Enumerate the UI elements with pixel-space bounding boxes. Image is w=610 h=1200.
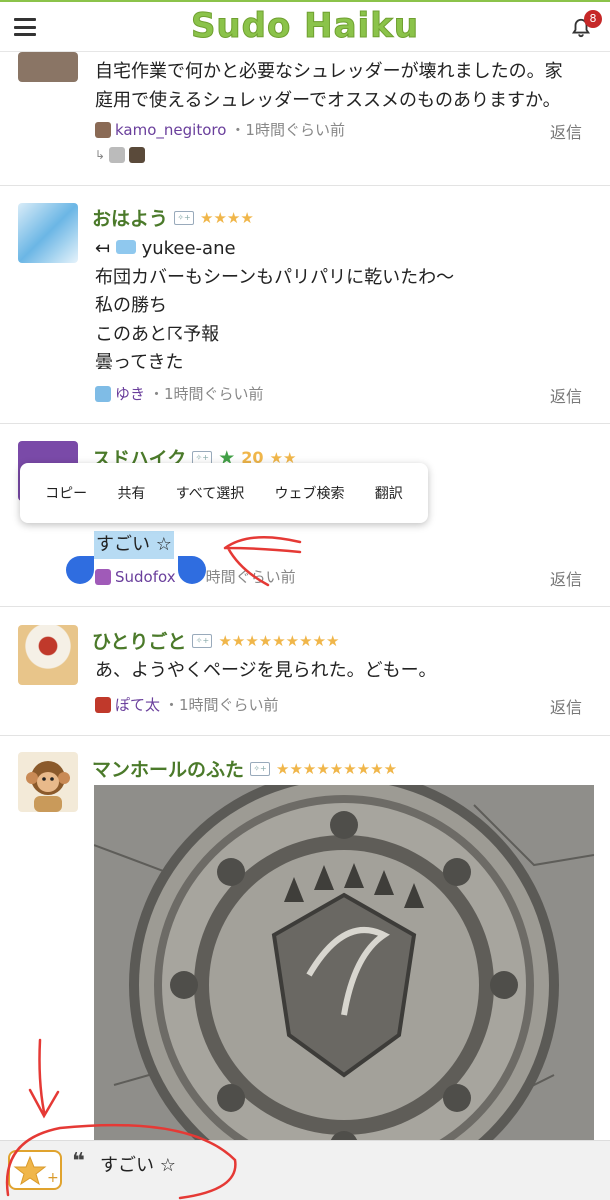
post-title[interactable]: マンホールのふた ✧+ ★★★★★★★★★	[92, 755, 397, 782]
app-logo[interactable]: Sudo Haiku	[0, 6, 610, 47]
reply-to-avatar	[115, 240, 136, 254]
selected-text[interactable]: すごい ☆	[94, 531, 174, 559]
post-body: あ、ようやくページを見られた。どもー。	[95, 660, 437, 681]
avatar[interactable]	[18, 203, 78, 263]
quote-bar: + ❝ すごい ☆	[0, 1140, 610, 1200]
flag-icon: ✧+	[192, 633, 213, 648]
post-time[interactable]: ・1時間ぐらい前	[164, 694, 279, 715]
manhole-photo[interactable]	[94, 785, 594, 1145]
author-name[interactable]: kamo_negitoro	[115, 121, 226, 139]
author-avatar	[95, 696, 111, 713]
selection-handle-left[interactable]	[66, 556, 94, 584]
reply-to[interactable]: ↤ yukee-ane	[95, 235, 590, 264]
reply-thread-icons[interactable]: ↳	[95, 147, 146, 163]
app-header: Sudo Haiku 8	[0, 0, 610, 52]
menu-copy[interactable]: コピー	[45, 483, 87, 503]
add-star-button[interactable]: +	[8, 1150, 62, 1190]
menu-share[interactable]: 共有	[117, 483, 145, 503]
post-title[interactable]: ひとりごと ✧+ ★★★★★★★★★	[92, 627, 339, 654]
svg-text:+: +	[47, 1170, 59, 1186]
flag-icon: ✧+	[174, 210, 195, 225]
post-time[interactable]: ・1時間ぐらい前	[230, 119, 345, 140]
reply-button[interactable]: 返信	[550, 566, 582, 590]
avatar[interactable]	[18, 625, 78, 685]
post: ひとりごと ✧+ ★★★★★★★★★ あ、ようやくページを見られた。どもー。 ぽ…	[0, 607, 610, 736]
post-title[interactable]: おはよう ✧+ ★★★★	[92, 204, 254, 231]
author-name[interactable]: ゆき	[115, 383, 145, 404]
thread-arrow-icon: ↳	[95, 148, 106, 162]
post: 自宅作業で何かと必要なシュレッダーが壊れましたの。家 庭用で使えるシュレッダーで…	[0, 52, 610, 186]
star-rating[interactable]: ★★★★★★★★★	[218, 632, 339, 650]
flag-icon: ✧+	[250, 761, 271, 776]
thread-avatar	[109, 147, 126, 163]
post-meta: kamo_negitoro ・1時間ぐらい前	[95, 119, 345, 140]
post: おはよう ✧+ ★★★★ ↤ yukee-ane 布団カバーもシーンもパリパリに…	[0, 186, 610, 424]
author-avatar	[95, 121, 111, 138]
avatar[interactable]	[18, 752, 78, 812]
selection-handle-right[interactable]	[178, 556, 206, 584]
menu-translate[interactable]: 翻訳	[375, 483, 403, 503]
text-selection-menu: コピー 共有 すべて選択 ウェブ検索 翻訳	[20, 463, 428, 523]
notification-badge: 8	[584, 10, 602, 28]
reply-button[interactable]: 返信	[550, 694, 582, 718]
manhole-cover-image	[94, 785, 594, 1145]
star-plus-icon: +	[13, 1155, 59, 1186]
post-body: ↤ yukee-ane 布団カバーもシーンもパリパリに乾いたわ〜 私の勝ち この…	[95, 235, 590, 378]
author-avatar	[95, 568, 111, 585]
post-body: 自宅作業で何かと必要なシュレッダーが壊れましたの。家 庭用で使えるシュレッダーで…	[95, 61, 563, 111]
menu-select-all[interactable]: すべて選択	[176, 483, 244, 503]
quote-icon: ❝	[72, 1149, 85, 1174]
author-avatar	[95, 385, 111, 402]
reply-arrow-icon: ↤	[95, 238, 111, 259]
post-meta: ゆき ・1時間ぐらい前	[95, 383, 264, 404]
author-name[interactable]: ぽて太	[115, 694, 160, 715]
monkey-avatar-icon	[26, 761, 70, 812]
author-name[interactable]: Sudofox	[115, 568, 176, 586]
menu-web-search[interactable]: ウェブ検索	[275, 483, 345, 503]
post-time[interactable]: 時間ぐらい前	[206, 566, 296, 587]
avatar[interactable]	[18, 52, 78, 82]
star-rating[interactable]: ★★★★	[200, 209, 254, 227]
quoted-text: すごい ☆	[100, 1155, 176, 1176]
post-meta: ぽて太 ・1時間ぐらい前	[95, 694, 279, 715]
star-rating[interactable]: ★★★★★★★★★	[276, 760, 397, 778]
reply-button[interactable]: 返信	[550, 383, 582, 407]
thread-avatar	[129, 147, 146, 163]
reply-button[interactable]: 返信	[550, 119, 582, 143]
post-time[interactable]: ・1時間ぐらい前	[149, 383, 264, 404]
